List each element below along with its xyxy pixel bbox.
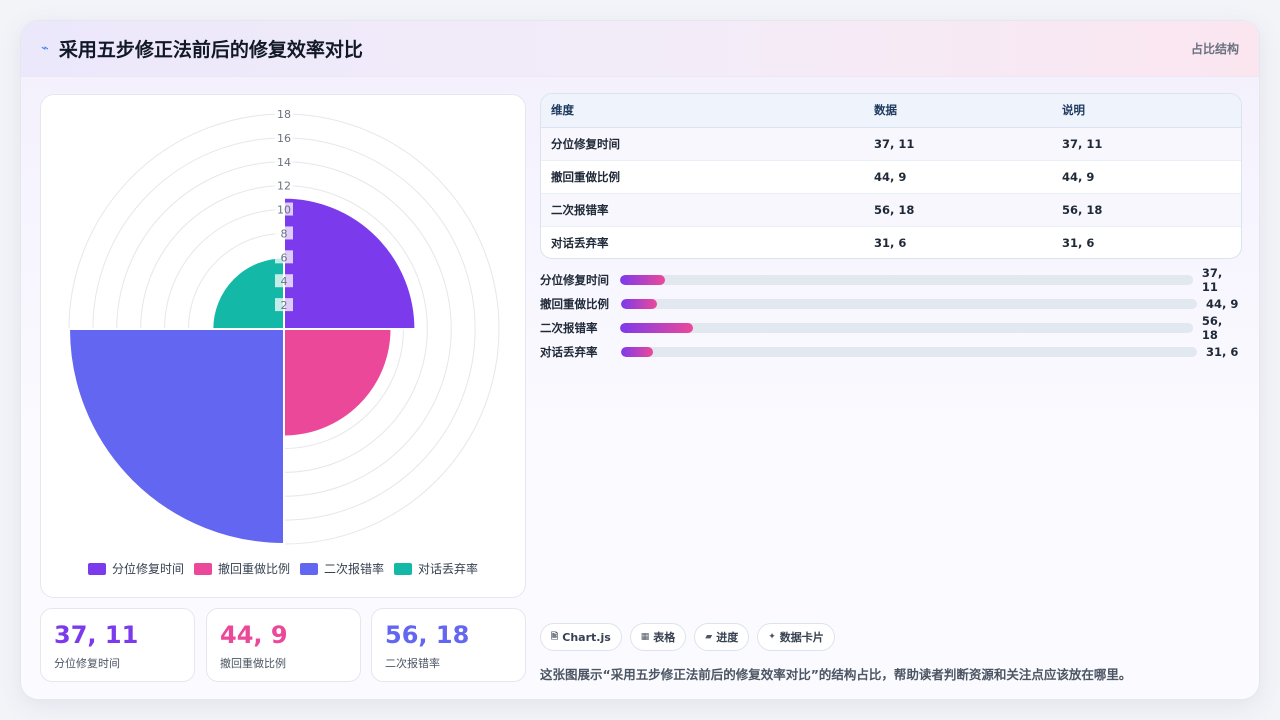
table-cell: 二次报错率 — [541, 193, 864, 227]
table-row: 二次报错率 56, 18 56, 18 — [541, 193, 1241, 227]
table-cell: 31, 6 — [1062, 235, 1095, 250]
legend-item[interactable]: 分位修复时间 — [87, 560, 184, 577]
table-cell: 44, 9 — [864, 160, 1052, 194]
table-cell: 对话丢弃率 — [551, 235, 609, 250]
table-cell: 56, 18 — [1052, 193, 1241, 227]
header: ⌁ 采用五步修正法前后的修复效率对比 占比结构 — [21, 21, 1259, 77]
progress-track — [621, 347, 1197, 357]
progress-value: 44, 9 — [1206, 297, 1239, 311]
chip-chartjs[interactable]: 🖹 Chart.js — [540, 623, 622, 651]
radial-tick-label: 14 — [277, 156, 291, 169]
polar-sector[interactable] — [283, 196, 417, 330]
radial-tick-label: 16 — [277, 132, 291, 145]
chart-line-icon: ⌁ — [41, 41, 49, 56]
file-icon: 🖹 — [551, 632, 559, 642]
progress-value: 31, 6 — [1206, 345, 1239, 359]
kpi-card: 37, 11 分位修复时间 — [40, 608, 195, 682]
polar-sector[interactable] — [211, 256, 285, 330]
kpi-label: 分位修复时间 — [54, 657, 120, 670]
table-icon: ▦ — [640, 632, 650, 642]
chip-label: 进度 — [716, 631, 739, 644]
polar-area-chart: 2 4 6 8 10 12 14 16 18 — [67, 107, 500, 546]
legend-label: 二次报错率 — [324, 562, 385, 576]
progress-list: 分位修复时间 37, 11 撤回重做比例 44, 9 二次报错率 56, 18 … — [540, 266, 1242, 364]
data-table: 维度 数据 说明 分位修复时间 37, 11 37, 11 撤回重做比例 44,… — [540, 93, 1242, 259]
table-row: 撤回重做比例 44, 9 44, 9 — [541, 160, 1241, 194]
progress-row: 对话丢弃率 31, 6 — [540, 340, 1242, 364]
progress-fill — [620, 275, 665, 285]
legend-label: 分位修复时间 — [111, 562, 184, 576]
kpi-label: 二次报错率 — [385, 657, 440, 670]
table-cell: 31, 6 — [874, 235, 907, 250]
legend-swatch — [394, 562, 413, 575]
radial-tick-label: 6 — [281, 251, 288, 264]
chip-label: 表格 — [653, 631, 676, 644]
page-title: 采用五步修正法前后的修复效率对比 — [58, 39, 363, 61]
feature-chips: 🖹 Chart.js ▦ 表格 ▰ 进度 ✦ 数据卡片 — [540, 623, 835, 651]
legend-item[interactable]: 撤回重做比例 — [193, 560, 290, 577]
dashboard-card: ⌁ 采用五步修正法前后的修复效率对比 占比结构 2 4 6 8 10 12 14 16 18 分… — [20, 20, 1260, 700]
radial-tick-label: 10 — [277, 204, 291, 217]
header-tag: 占比结构 — [1190, 42, 1239, 56]
chart-description: 这张图展示“采用五步修正法前后的修复效率对比”的结构占比，帮助读者判断资源和关注… — [540, 667, 1132, 682]
legend-item[interactable]: 二次报错率 — [300, 560, 384, 577]
radial-tick-label: 2 — [281, 299, 288, 312]
chart-panel: 2 4 6 8 10 12 14 16 18 分位修复时间 撤回重做比例 二次报错率 对话丢弃率 — [40, 94, 526, 598]
legend-label: 对话丢弃率 — [418, 562, 479, 576]
legend-swatch — [87, 562, 106, 575]
kpi-card: 56, 18 二次报错率 — [371, 608, 526, 682]
radial-tick-label: 18 — [277, 108, 291, 121]
progress-value: 37, 11 — [1201, 266, 1223, 294]
legend-label: 撤回重做比例 — [217, 562, 290, 576]
chip-label: 数据卡片 — [779, 631, 824, 644]
progress-label: 撤回重做比例 — [540, 297, 609, 311]
sparkle-icon: ✦ — [768, 632, 776, 642]
progress-label: 对话丢弃率 — [540, 345, 598, 359]
table-row: 分位修复时间 37, 11 37, 11 — [541, 127, 1241, 161]
chip-progress[interactable]: ▰ 进度 — [694, 623, 750, 651]
progress-row: 二次报错率 56, 18 — [540, 314, 1242, 342]
kpi-label: 撤回重做比例 — [220, 657, 286, 670]
chip-table[interactable]: ▦ 表格 — [629, 623, 687, 651]
table-cell: 撤回重做比例 — [541, 160, 864, 194]
progress-fill — [621, 347, 654, 357]
table-cell: 56, 18 — [864, 193, 1052, 227]
legend-item[interactable]: 对话丢弃率 — [394, 560, 478, 577]
table-header-cell: 维度 — [541, 94, 864, 128]
table-cell: 分位修复时间 — [541, 127, 864, 161]
kpi-value: 56, 18 — [385, 621, 470, 649]
progress-icon: ▰ — [705, 632, 713, 642]
kpi-value: 44, 9 — [220, 621, 288, 649]
progress-track — [620, 275, 1193, 285]
progress-value: 56, 18 — [1201, 314, 1223, 342]
table-cell: 44, 9 — [1052, 160, 1241, 194]
table-header-cell: 数据 — [864, 94, 1052, 128]
legend-swatch — [193, 562, 212, 575]
table-row: 对话丢弃率 31, 6 31, 6 — [541, 226, 1241, 258]
progress-row: 分位修复时间 37, 11 — [540, 266, 1242, 294]
progress-fill — [621, 299, 658, 309]
polar-sector[interactable] — [67, 328, 285, 546]
chip-label: Chart.js — [562, 630, 611, 644]
table-cell: 37, 11 — [864, 127, 1052, 161]
chip-data-card[interactable]: ✦ 数据卡片 — [757, 623, 835, 651]
table-header-row: 维度 数据 说明 — [541, 94, 1241, 128]
progress-fill — [620, 323, 693, 333]
progress-label: 分位修复时间 — [540, 273, 609, 287]
kpi-value: 37, 11 — [54, 621, 139, 649]
table-header-cell: 说明 — [1052, 94, 1241, 128]
progress-label: 二次报错率 — [540, 321, 598, 335]
polar-sector[interactable] — [283, 328, 393, 438]
radial-tick-label: 4 — [281, 275, 288, 288]
progress-track — [621, 299, 1197, 309]
radial-tick-label: 8 — [281, 227, 288, 240]
chart-legend: 分位修复时间 撤回重做比例 二次报错率 对话丢弃率 — [41, 560, 525, 577]
table-cell: 37, 11 — [1052, 127, 1241, 161]
kpi-card: 44, 9 撤回重做比例 — [206, 608, 361, 682]
radial-tick-label: 12 — [277, 180, 291, 193]
progress-row: 撤回重做比例 44, 9 — [540, 292, 1242, 316]
progress-track — [620, 323, 1193, 333]
legend-swatch — [300, 562, 318, 575]
